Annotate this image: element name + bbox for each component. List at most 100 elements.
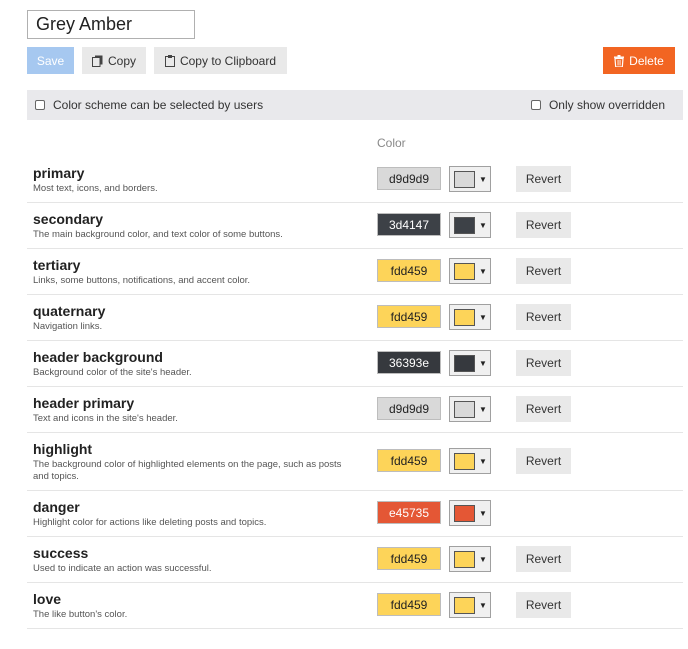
color-description: Most text, icons, and borders. <box>33 183 158 194</box>
color-swatch <box>454 504 475 522</box>
color-row: header primary Text and icons in the site… <box>27 387 683 433</box>
color-row: danger Highlight color for actions like d… <box>27 491 683 537</box>
revert-button[interactable]: Revert <box>516 350 571 376</box>
color-row: header background Background color of the… <box>27 341 683 387</box>
caret-down-icon: ▼ <box>479 266 487 276</box>
caret-down-icon: ▼ <box>479 358 487 368</box>
save-button[interactable]: Save <box>27 47 74 74</box>
color-hex-input[interactable]: fdd459 <box>377 259 441 282</box>
color-hex-input[interactable]: 3d4147 <box>377 213 441 236</box>
color-swatch <box>454 550 475 568</box>
copy-icon <box>92 55 103 67</box>
color-column-header: Color <box>377 136 406 150</box>
color-hex-input[interactable]: d9d9d9 <box>377 167 441 190</box>
color-description: Navigation links. <box>33 321 103 332</box>
copy-to-clipboard-button[interactable]: Copy to Clipboard <box>154 47 287 74</box>
only-overridden-checkbox[interactable] <box>530 100 541 110</box>
only-overridden-label: Only show overridden <box>548 98 665 112</box>
caret-down-icon: ▼ <box>479 554 487 564</box>
color-picker[interactable]: ▼ <box>449 448 491 474</box>
color-row: primary Most text, icons, and borders. d9d… <box>27 157 683 203</box>
color-picker[interactable]: ▼ <box>449 304 491 330</box>
caret-down-icon: ▼ <box>479 312 487 322</box>
revert-button[interactable]: Revert <box>516 212 571 238</box>
color-name: primary <box>33 165 85 181</box>
color-picker[interactable]: ▼ <box>449 500 491 526</box>
options-bar: Color scheme can be selected by users On… <box>27 90 683 120</box>
revert-button[interactable]: Revert <box>516 396 571 422</box>
color-hex-input[interactable]: fdd459 <box>377 547 441 570</box>
color-picker[interactable]: ▼ <box>449 592 491 618</box>
user-selectable-label: Color scheme can be selected by users <box>53 98 264 112</box>
color-name: highlight <box>33 441 93 457</box>
color-hex-input[interactable]: d9d9d9 <box>377 397 441 420</box>
color-picker[interactable]: ▼ <box>449 212 491 238</box>
color-swatch <box>454 596 475 614</box>
color-hex-input[interactable]: fdd459 <box>377 593 441 616</box>
color-hex-input[interactable]: fdd459 <box>377 449 441 472</box>
color-hex-input[interactable]: fdd459 <box>377 305 441 328</box>
revert-button[interactable]: Revert <box>516 592 571 618</box>
color-picker[interactable]: ▼ <box>449 396 491 422</box>
trash-icon <box>614 54 625 67</box>
color-picker[interactable]: ▼ <box>449 166 491 192</box>
clipboard-icon <box>164 54 175 67</box>
color-swatch <box>454 452 475 470</box>
revert-button[interactable]: Revert <box>516 304 571 330</box>
delete-button[interactable]: Delete <box>603 47 675 74</box>
save-label: Save <box>36 53 65 68</box>
color-swatch <box>454 216 475 234</box>
color-description: Links, some buttons, notifications, and … <box>33 275 251 286</box>
color-name: tertiary <box>33 257 81 273</box>
color-description: Highlight color for actions like deletin… <box>33 517 267 528</box>
caret-down-icon: ▼ <box>479 600 487 610</box>
user-selectable-option[interactable]: Color scheme can be selected by users <box>35 90 263 120</box>
color-name: header primary <box>33 395 135 411</box>
color-picker[interactable]: ▼ <box>449 258 491 284</box>
revert-button[interactable]: Revert <box>516 166 571 192</box>
caret-down-icon: ▼ <box>479 456 487 466</box>
delete-label: Delete <box>629 53 664 68</box>
color-description: The like button's color. <box>33 609 128 620</box>
color-description: The main background color, and text colo… <box>33 229 283 240</box>
color-name: success <box>33 545 89 561</box>
color-swatch <box>454 170 475 188</box>
color-picker[interactable]: ▼ <box>449 350 491 376</box>
scheme-name-input[interactable] <box>27 10 195 39</box>
color-name: secondary <box>33 211 104 227</box>
color-description: Background color of the site's header. <box>33 367 192 378</box>
caret-down-icon: ▼ <box>479 404 487 414</box>
color-name: header background <box>33 349 163 365</box>
user-selectable-checkbox[interactable] <box>35 100 45 110</box>
color-picker[interactable]: ▼ <box>449 546 491 572</box>
color-description: Used to indicate an action was successfu… <box>33 563 212 574</box>
color-hex-input[interactable]: e45735 <box>377 501 441 524</box>
color-list: primary Most text, icons, and borders. d9d… <box>27 157 683 629</box>
caret-down-icon: ▼ <box>479 174 487 184</box>
copy-to-clipboard-label: Copy to Clipboard <box>179 53 277 68</box>
color-row: secondary The main background color, and … <box>27 203 683 249</box>
color-swatch <box>454 262 475 280</box>
color-description: Text and icons in the site's header. <box>33 413 178 424</box>
color-swatch <box>454 354 475 372</box>
color-row: success Used to indicate an action was su… <box>27 537 683 583</box>
revert-button[interactable]: Revert <box>516 258 571 284</box>
copy-button[interactable]: Copy <box>82 47 146 74</box>
revert-button[interactable]: Revert <box>516 448 571 474</box>
color-name: quaternary <box>33 303 106 319</box>
revert-button[interactable]: Revert <box>516 546 571 572</box>
color-row: tertiary Links, some buttons, notificatio… <box>27 249 683 295</box>
color-row: highlight The background color of highlig… <box>27 433 683 491</box>
color-name: danger <box>33 499 80 515</box>
color-swatch <box>454 308 475 326</box>
only-overridden-option[interactable]: Only show overridden <box>530 90 665 120</box>
color-swatch <box>454 400 475 418</box>
color-row: love The like button's color. fdd459 ▼ Rever… <box>27 583 683 629</box>
caret-down-icon: ▼ <box>479 220 487 230</box>
color-row: quaternary Navigation links. fdd459 ▼ Revert <box>27 295 683 341</box>
copy-label: Copy <box>108 53 137 68</box>
color-name: love <box>33 591 62 607</box>
caret-down-icon: ▼ <box>479 508 487 518</box>
color-description: The background color of highlighted elem… <box>33 459 342 482</box>
color-hex-input[interactable]: 36393e <box>377 351 441 374</box>
